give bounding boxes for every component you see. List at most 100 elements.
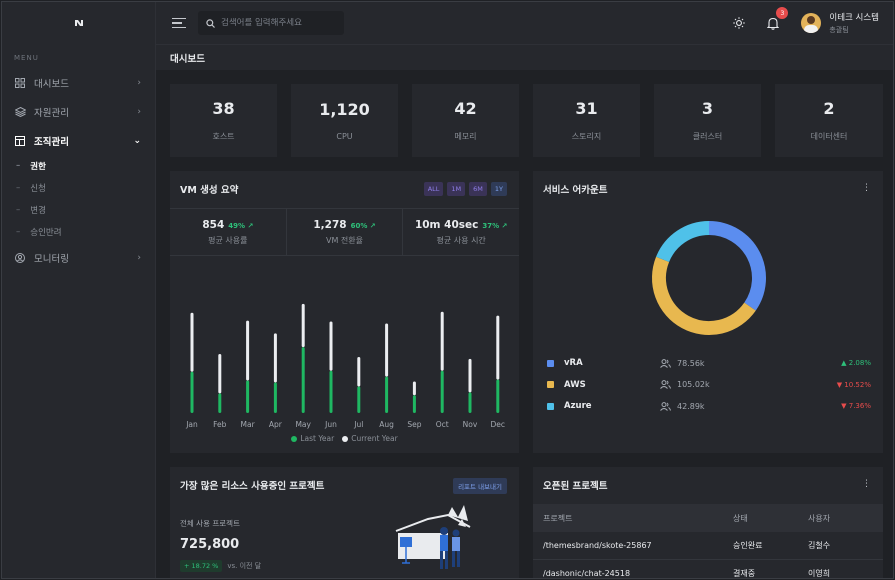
vm-metric: 1,278 60% ↗ VM 전환율 (287, 209, 404, 255)
bar-last-year-jun[interactable] (329, 370, 333, 413)
bar-current-year-jun[interactable] (329, 321, 333, 371)
table-row[interactable]: /themesbrand/skote-25867 승인완료 김철수 (533, 532, 883, 560)
legend-item-current-year[interactable]: Current Year (342, 434, 398, 443)
total-projects-label: 전체 사용 프로젝트 (180, 519, 240, 528)
more-options-icon[interactable]: ⋮ (862, 183, 871, 193)
range-button-1y[interactable]: 1Y (490, 182, 507, 196)
bar-last-year-jul[interactable] (357, 386, 361, 413)
sidebar-item-organization[interactable]: 조직관리 ⌄ (2, 126, 155, 155)
sidebar-item-monitoring[interactable]: 모니터링 › (2, 243, 155, 272)
bar-last-year-mar[interactable] (246, 380, 250, 413)
sidebar: MENU 대시보드 › 자원관리 › 조직관리 ⌄ – 권한 – 신청 – 변경… (2, 2, 156, 578)
bar-last-year-nov[interactable] (468, 392, 472, 413)
x-tick-label: Aug (379, 420, 394, 429)
metric-value: 10m 40sec (414, 218, 479, 231)
grid-icon (14, 77, 26, 89)
donut-slice-azure[interactable] (656, 221, 710, 263)
project-illustration (395, 505, 471, 569)
logo[interactable] (2, 2, 155, 44)
range-button-all[interactable]: ALL (423, 182, 444, 196)
legend-label: Last Year (300, 434, 335, 443)
sidebar-item-dashboard[interactable]: 대시보드 › (2, 68, 155, 97)
bar-current-year-feb[interactable] (218, 354, 222, 394)
donut-slice-aws[interactable] (652, 256, 756, 335)
service-account-card: 서비스 어카운트 ⋮ vRA 78.56k ▲ 2.08% AWS 105.02k ▼ 1… (533, 171, 883, 453)
sidebar-subitem-change[interactable]: – 변경 (2, 199, 155, 221)
sidebar-item-label: 모니터링 (34, 253, 69, 265)
bar-last-year-may[interactable] (301, 347, 305, 413)
x-tick-label: Mar (241, 420, 256, 429)
service-row-vra[interactable]: vRA 78.56k ▲ 2.08% (547, 355, 871, 371)
bar-last-year-dec[interactable] (496, 379, 500, 413)
bar-current-year-sep[interactable] (412, 381, 416, 396)
cell-status: 승인완료 (733, 541, 763, 550)
sidebar-subitem-approval[interactable]: – 승인반려 (2, 221, 155, 243)
bar-current-year-dec[interactable] (496, 315, 500, 380)
x-tick-label: Sep (407, 420, 421, 429)
bar-current-year-jul[interactable] (357, 356, 361, 387)
more-options-icon[interactable]: ⋮ (862, 479, 871, 489)
x-tick-label: Jul (353, 420, 363, 429)
vm-bar-chart: Jan Feb Mar Apr May Jun Jul Aug Sep Oct Nov Dec (185, 303, 505, 429)
theme-toggle-icon[interactable] (731, 15, 747, 31)
dash-icon: – (16, 205, 21, 215)
page-title: 대시보드 (156, 44, 893, 70)
avatar[interactable] (801, 13, 822, 33)
bar-current-year-jan[interactable] (190, 312, 194, 372)
stat-card-datacenters[interactable]: 2 데이터센터 (775, 84, 883, 157)
stat-card-memory[interactable]: 42 메모리 (412, 84, 519, 157)
range-button-6m[interactable]: 6M (469, 182, 487, 196)
range-selector: ALL 1M 6M 1Y (423, 182, 507, 196)
table-row[interactable]: /dashonic/chat-24518 결재중 이영희 (533, 560, 883, 578)
sidebar-subitem-request[interactable]: – 신청 (2, 177, 155, 199)
export-report-button[interactable]: 리포트 내보내기 (453, 478, 507, 494)
bar-current-year-aug[interactable] (385, 323, 389, 377)
column-header-user[interactable]: 사용자 (808, 513, 883, 524)
stat-card-storage[interactable]: 31 스토리지 (533, 84, 640, 157)
service-row-aws[interactable]: AWS 105.02k ▼ 10.52% (547, 377, 871, 393)
sidebar-item-label: 대시보드 (34, 78, 69, 90)
column-header-project[interactable]: 프로젝트 (533, 513, 733, 524)
bar-current-year-nov[interactable] (468, 358, 472, 393)
stat-card-clusters[interactable]: 3 클러스터 (654, 84, 761, 157)
donut-slice-vra[interactable] (708, 221, 766, 311)
user-info[interactable]: 이테크 시스템 총괄팀 (829, 11, 879, 35)
column-header-status[interactable]: 상태 (733, 513, 808, 524)
range-button-1m[interactable]: 1M (447, 182, 466, 196)
sidebar-item-resources[interactable]: 자원관리 › (2, 97, 155, 126)
service-change: ▼ 10.52% (836, 380, 871, 389)
bar-last-year-apr[interactable] (273, 382, 277, 413)
card-title: VM 생성 요약 (180, 185, 239, 196)
bar-current-year-may[interactable] (301, 303, 305, 348)
sidebar-item-label: 조직관리 (34, 136, 69, 148)
notification-bell-icon[interactable]: 3 (765, 7, 789, 31)
bar-current-year-oct[interactable] (440, 311, 444, 371)
bar-current-year-mar[interactable] (246, 320, 250, 381)
cell-project[interactable]: /themesbrand/skote-25867 (533, 541, 733, 550)
vm-metric: 10m 40sec 37% ↗ 평균 사용 시간 (403, 209, 519, 255)
bar-last-year-aug[interactable] (385, 376, 389, 413)
sidebar-subitem-permission[interactable]: – 권한 (2, 155, 155, 177)
menu-toggle-icon[interactable] (172, 17, 186, 29)
service-row-azure[interactable]: Azure 42.89k ▼ 7.36% (547, 398, 871, 414)
stat-card-cpu[interactable]: 1,120 CPU (291, 84, 398, 157)
table-header: 프로젝트 상태 사용자 (533, 504, 883, 532)
search-input[interactable] (221, 18, 331, 28)
stat-card-hosts[interactable]: 38 호스트 (170, 84, 277, 157)
card-title: 오픈된 프로젝트 (543, 481, 608, 492)
bar-last-year-oct[interactable] (440, 370, 444, 413)
legend-label: Current Year (351, 434, 398, 443)
bar-last-year-jan[interactable] (190, 371, 194, 413)
bar-current-year-apr[interactable] (273, 333, 277, 383)
topbar-actions: 3 이테크 시스템 총괄팀 (731, 2, 879, 44)
change-pill: + 18.72 % (180, 560, 223, 572)
legend-dot (291, 436, 298, 442)
bar-last-year-sep[interactable] (412, 395, 416, 413)
legend-item-last-year[interactable]: Last Year (291, 434, 334, 443)
stat-label: 스토리지 (571, 132, 602, 141)
chart-legend: Last Year Current Year (170, 434, 519, 443)
cell-project[interactable]: /dashonic/chat-24518 (533, 569, 733, 578)
service-name: vRA (564, 358, 583, 368)
chevron-right-icon: › (137, 252, 141, 263)
bar-last-year-feb[interactable] (218, 393, 222, 413)
